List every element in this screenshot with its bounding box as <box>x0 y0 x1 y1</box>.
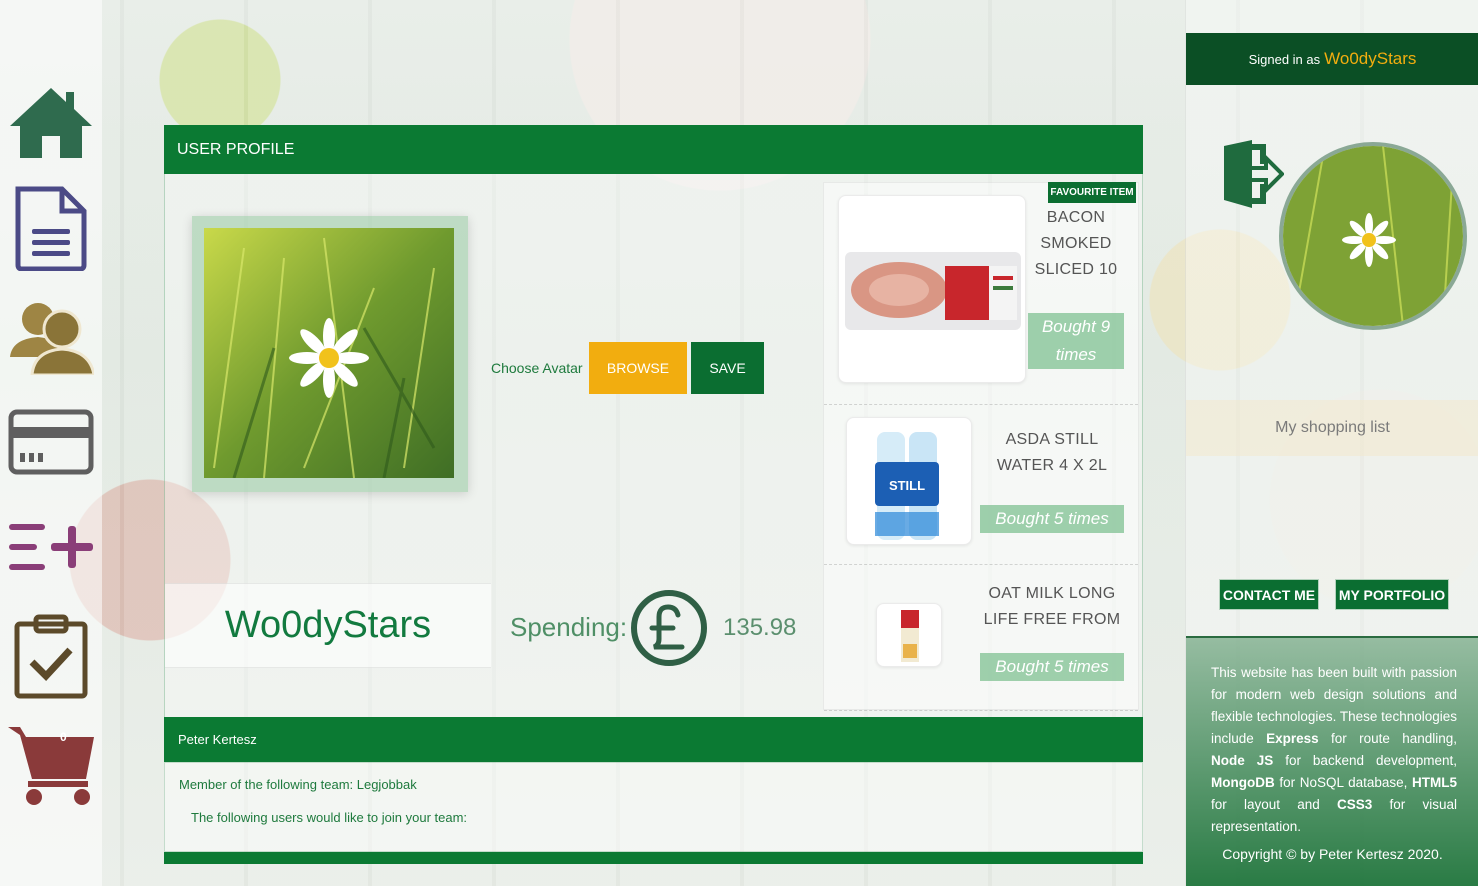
footer-text-part: for layout and <box>1211 797 1337 812</box>
contact-button[interactable]: CONTACT ME <box>1219 579 1319 610</box>
panel-header: USER PROFILE <box>164 125 1143 174</box>
team-section: Member of the following team: Legjobbak … <box>164 762 1143 852</box>
nav-cart[interactable]: 0 <box>6 720 96 810</box>
add-list-icon <box>9 524 93 570</box>
tech-css3: CSS3 <box>1336 797 1373 812</box>
users-icon <box>10 303 94 375</box>
logout-icon[interactable] <box>1222 140 1284 208</box>
footer-box: This website has been built with passion… <box>1186 636 1478 886</box>
bought-count: Bought 5 times <box>980 653 1124 681</box>
signed-in-username[interactable]: Wo0dyStars <box>1324 49 1416 69</box>
product-image <box>876 603 942 667</box>
clipboard-check-icon <box>14 614 88 699</box>
nav-checklist[interactable] <box>6 612 96 702</box>
sidebar-avatar <box>1279 142 1467 330</box>
footer-text-part: for NoSQL database, <box>1274 775 1412 790</box>
bacon-pack-image <box>845 252 1021 330</box>
portfolio-button[interactable]: MY PORTFOLIO <box>1335 579 1449 610</box>
save-button[interactable]: SAVE <box>691 342 764 394</box>
water-pack-image: STILL <box>875 432 939 540</box>
product-image: STILL <box>846 417 972 545</box>
copyright: Copyright © by Peter Kertesz 2020. <box>1222 846 1443 862</box>
join-requests-text: The following users would like to join y… <box>191 810 468 825</box>
nav-users[interactable] <box>6 290 96 380</box>
pound-icon <box>631 590 707 666</box>
right-sidebar: Signed in as Wo0dyStars My shopping list… <box>1185 0 1478 886</box>
tech-node: Node JS <box>1211 753 1274 768</box>
nav-documents[interactable] <box>6 183 96 273</box>
team-owner-header: Peter Kertesz <box>164 717 1143 762</box>
avatar-frame <box>192 216 468 492</box>
choose-avatar-label: Choose Avatar <box>491 360 583 376</box>
tech-html5: HTML5 <box>1412 775 1457 790</box>
signed-in-prefix: Signed in as <box>1248 51 1321 67</box>
spending-value: 135.98 <box>723 614 797 641</box>
signed-in-bar: Signed in as Wo0dyStars <box>1186 33 1478 85</box>
tech-mongodb: MongoDB <box>1211 775 1275 790</box>
cart-icon <box>8 727 94 805</box>
left-nav: 0 <box>0 0 102 886</box>
nav-add-list[interactable] <box>6 502 96 592</box>
bought-count: Bought 5 times <box>980 505 1124 533</box>
oat-milk-image <box>901 610 919 662</box>
panel-body: Choose Avatar BROWSE SAVE Wo0dyStars Spe… <box>164 174 1143 717</box>
browse-button[interactable]: BROWSE <box>589 342 687 394</box>
cart-count: 0 <box>60 730 67 744</box>
credit-card-icon <box>8 409 94 475</box>
shopping-list-link[interactable]: My shopping list <box>1186 400 1478 456</box>
footer-description: This website has been built with passion… <box>1211 662 1457 838</box>
list-item[interactable]: STILL ASDA STILL WATER 4 X 2L Bought 5 t… <box>824 405 1138 565</box>
spending-label: Spending: <box>510 612 628 642</box>
bottom-bar <box>164 852 1143 864</box>
list-item[interactable]: BACON SMOKED SLICED 10 Bought 9 times <box>824 183 1138 405</box>
user-profile-panel: USER PROFILE Choose Avatar BROWSE SAVE W… <box>164 125 1143 865</box>
team-membership-text: Member of the following team: Legjobbak <box>179 777 417 792</box>
nav-payment[interactable] <box>6 397 96 487</box>
bought-count: Bought 9 times <box>1028 313 1124 369</box>
favourite-items-panel: FAVOURITE ITEM BACON SMOKED SLICED 10 Bo… <box>823 182 1139 711</box>
svg-text:STILL: STILL <box>889 478 925 493</box>
home-icon <box>10 88 92 158</box>
product-name: OAT MILK LONG LIFE FREE FROM <box>983 585 1121 628</box>
product-name: ASDA STILL WATER 4 X 2L <box>996 431 1108 474</box>
list-item[interactable]: OAT MILK LONG LIFE FREE FROM Bought 5 ti… <box>824 565 1138 711</box>
document-icon <box>15 186 87 271</box>
footer-text-part: for route handling, <box>1318 731 1457 746</box>
avatar-image <box>204 228 454 478</box>
nav-home[interactable] <box>6 78 96 168</box>
product-name: BACON SMOKED SLICED 10 <box>1034 209 1118 278</box>
footer-text-part: for backend development, <box>1273 753 1457 768</box>
product-image <box>838 195 1026 383</box>
username-display: Wo0dyStars <box>165 583 491 668</box>
tech-express: Express <box>1266 731 1319 746</box>
